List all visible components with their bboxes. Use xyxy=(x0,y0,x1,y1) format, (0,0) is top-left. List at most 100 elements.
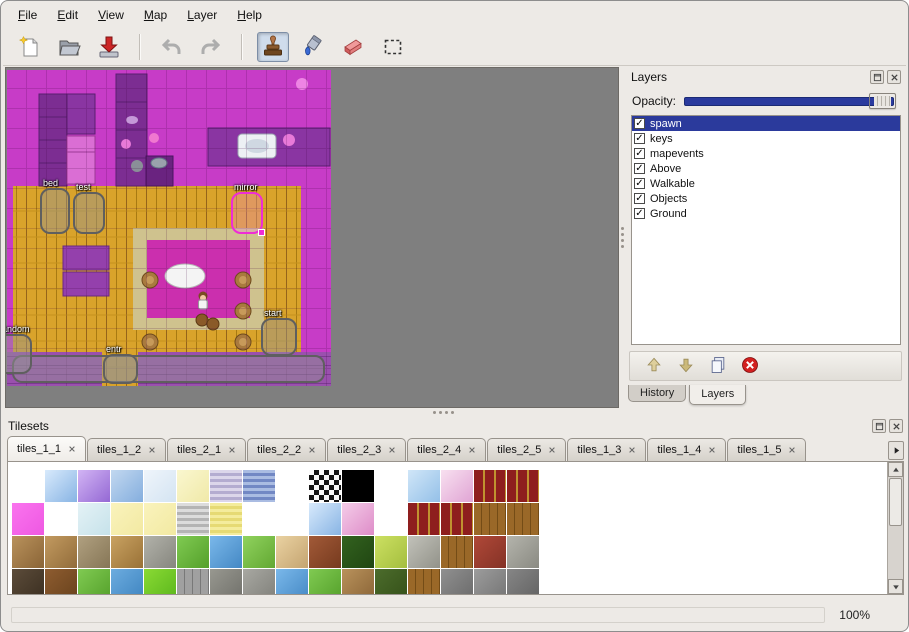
bucket-fill-button[interactable] xyxy=(297,32,329,62)
tileset-tab-tiles_1_1[interactable]: tiles_1_1 xyxy=(7,436,86,461)
layer-row[interactable]: ✓Above xyxy=(632,161,900,176)
tab-close-icon[interactable] xyxy=(548,446,556,454)
tileset-tile[interactable] xyxy=(210,503,242,535)
tileset-tile[interactable] xyxy=(342,569,374,595)
tab-close-icon[interactable] xyxy=(68,445,76,453)
tileset-tab-tiles_2_2[interactable]: tiles_2_2 xyxy=(247,438,326,461)
save-map-button[interactable] xyxy=(93,32,125,62)
tileset-tile[interactable] xyxy=(78,470,110,502)
tab-close-icon[interactable] xyxy=(228,446,236,454)
menu-edit[interactable]: Edit xyxy=(48,5,87,25)
map-object-start[interactable]: start xyxy=(261,318,297,356)
layer-row[interactable]: ✓mapevents xyxy=(632,146,900,161)
tileset-tile[interactable] xyxy=(12,470,44,502)
tileset-tile[interactable] xyxy=(474,503,506,535)
tileset-view[interactable] xyxy=(7,461,904,595)
tileset-tile[interactable] xyxy=(276,470,308,502)
layer-visible-checkbox[interactable]: ✓ xyxy=(634,193,645,204)
dock-tab-history[interactable]: History xyxy=(628,385,686,402)
map-object[interactable] xyxy=(12,355,325,383)
tileset-tile[interactable] xyxy=(177,536,209,568)
tileset-tile[interactable] xyxy=(474,470,506,502)
tileset-tile[interactable] xyxy=(276,503,308,535)
tileset-tile[interactable] xyxy=(507,536,539,568)
tab-close-icon[interactable] xyxy=(388,446,396,454)
tab-close-icon[interactable] xyxy=(788,446,796,454)
tileset-tile[interactable] xyxy=(408,470,440,502)
eraser-button[interactable] xyxy=(337,32,369,62)
menu-view[interactable]: View xyxy=(89,5,133,25)
layer-row[interactable]: ✓Walkable xyxy=(632,176,900,191)
new-map-button[interactable] xyxy=(13,32,45,62)
tileset-tile[interactable] xyxy=(78,503,110,535)
duplicate-layer-button[interactable] xyxy=(708,355,728,378)
layers-float-button[interactable] xyxy=(870,70,884,84)
tileset-tile[interactable] xyxy=(144,470,176,502)
tileset-tile[interactable] xyxy=(45,470,77,502)
stamp-brush-button[interactable] xyxy=(257,32,289,62)
layers-close-button[interactable] xyxy=(887,70,901,84)
rectangular-select-button[interactable] xyxy=(377,32,409,62)
tileset-tile[interactable] xyxy=(474,536,506,568)
tileset-tile[interactable] xyxy=(78,536,110,568)
tileset-tile[interactable] xyxy=(243,470,275,502)
tileset-tile[interactable] xyxy=(177,503,209,535)
tileset-tile[interactable] xyxy=(45,536,77,568)
tileset-tab-tiles_1_5[interactable]: tiles_1_5 xyxy=(727,438,806,461)
tileset-tile[interactable] xyxy=(78,569,110,595)
tileset-tile[interactable] xyxy=(210,569,242,595)
tileset-tile[interactable] xyxy=(408,536,440,568)
tab-close-icon[interactable] xyxy=(308,446,316,454)
menu-file[interactable]: File xyxy=(9,5,46,25)
tileset-tab-tiles_1_4[interactable]: tiles_1_4 xyxy=(647,438,726,461)
tileset-tile[interactable] xyxy=(375,536,407,568)
tileset-tile[interactable] xyxy=(309,569,341,595)
tileset-tile[interactable] xyxy=(111,470,143,502)
scrollbar-thumb[interactable] xyxy=(889,478,902,526)
tileset-tile[interactable] xyxy=(441,536,473,568)
layer-row[interactable]: ✓Ground xyxy=(632,206,900,221)
layer-visible-checkbox[interactable]: ✓ xyxy=(634,148,645,159)
vertical-splitter[interactable] xyxy=(619,67,626,408)
selection-handle[interactable] xyxy=(258,229,265,236)
tileset-tile[interactable] xyxy=(12,569,44,595)
tileset-tile[interactable] xyxy=(45,569,77,595)
layer-visible-checkbox[interactable]: ✓ xyxy=(634,208,645,219)
map-view[interactable]: bedtestmirrorstartrandomentr xyxy=(5,67,619,408)
tileset-tile[interactable] xyxy=(408,503,440,535)
map-object-test[interactable]: test xyxy=(73,192,105,234)
opacity-slider[interactable] xyxy=(684,93,896,109)
layer-row[interactable]: ✓Objects xyxy=(632,191,900,206)
tab-close-icon[interactable] xyxy=(628,446,636,454)
undo-button[interactable] xyxy=(155,32,187,62)
tileset-tile[interactable] xyxy=(12,503,44,535)
lower-layer-button[interactable] xyxy=(676,355,696,378)
tileset-tile[interactable] xyxy=(441,569,473,595)
tileset-tile[interactable] xyxy=(177,569,209,595)
tileset-tile[interactable] xyxy=(111,569,143,595)
menu-layer[interactable]: Layer xyxy=(178,5,226,25)
menu-map[interactable]: Map xyxy=(135,5,176,25)
tileset-tile[interactable] xyxy=(243,536,275,568)
tileset-tab-tiles_2_5[interactable]: tiles_2_5 xyxy=(487,438,566,461)
tileset-tile[interactable] xyxy=(45,503,77,535)
tileset-tab-tiles_2_1[interactable]: tiles_2_1 xyxy=(167,438,246,461)
tileset-tile[interactable] xyxy=(507,569,539,595)
tileset-tab-tiles_1_3[interactable]: tiles_1_3 xyxy=(567,438,646,461)
tileset-tile[interactable] xyxy=(276,536,308,568)
tileset-tile[interactable] xyxy=(144,536,176,568)
tab-close-icon[interactable] xyxy=(468,446,476,454)
tileset-tile[interactable] xyxy=(243,503,275,535)
tileset-tile[interactable] xyxy=(243,569,275,595)
map-object-random[interactable]: random xyxy=(5,334,32,374)
tileset-tile[interactable] xyxy=(441,503,473,535)
tilesets-float-button[interactable] xyxy=(872,419,886,433)
layer-visible-checkbox[interactable]: ✓ xyxy=(634,118,645,129)
layer-row[interactable]: ✓keys xyxy=(632,131,900,146)
scroll-up-button[interactable] xyxy=(888,462,903,477)
raise-layer-button[interactable] xyxy=(644,355,664,378)
tileset-tab-tiles_2_4[interactable]: tiles_2_4 xyxy=(407,438,486,461)
tileset-tile[interactable] xyxy=(375,470,407,502)
tileset-tab-scroll-right[interactable] xyxy=(888,441,904,460)
tileset-tile[interactable] xyxy=(408,569,440,595)
